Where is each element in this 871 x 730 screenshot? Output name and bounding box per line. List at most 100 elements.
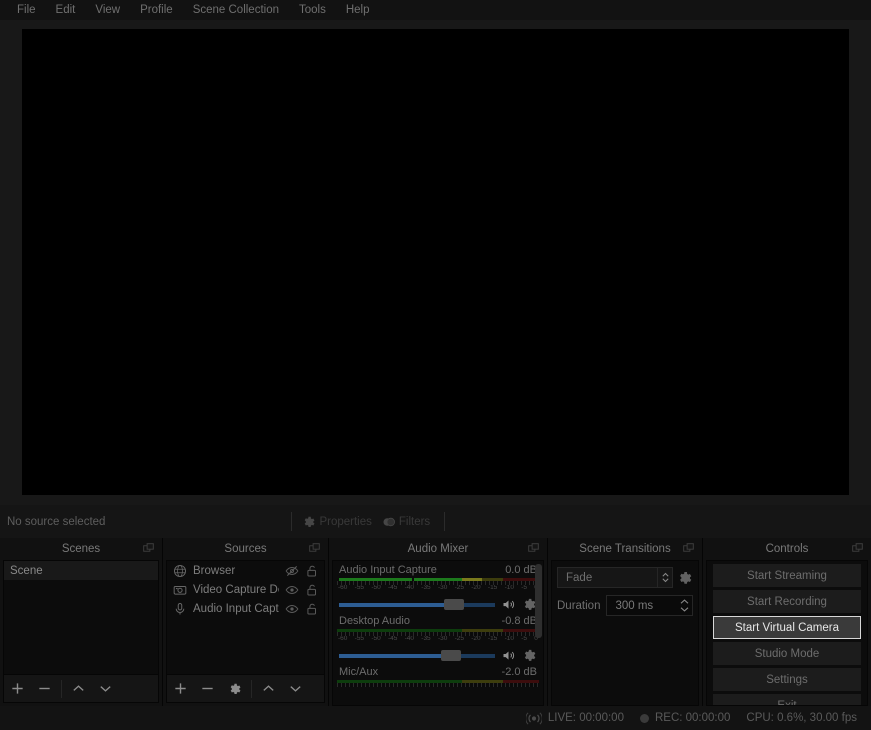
- dock-row: Scenes Scene Sources Browser Video Captu…: [0, 538, 871, 706]
- preview-canvas[interactable]: [22, 29, 849, 495]
- menu-tools[interactable]: Tools: [290, 2, 335, 18]
- meter-peak-marker: [411, 578, 414, 581]
- mixer-title: Audio Mixer: [407, 543, 469, 555]
- lock-open-icon[interactable]: [305, 602, 319, 616]
- duration-input[interactable]: 300 ms: [606, 595, 693, 616]
- meter-tick-label: -45: [387, 584, 398, 591]
- float-dock-icon[interactable]: [309, 543, 320, 554]
- duration-spinner[interactable]: [677, 596, 692, 615]
- volume-fill: [339, 602, 455, 607]
- duration-label: Duration: [557, 599, 601, 612]
- source-list-item[interactable]: Video Capture Dev: [167, 580, 324, 599]
- move-scene-down-button[interactable]: [92, 676, 119, 702]
- chevron-down-icon[interactable]: [679, 606, 690, 613]
- meter-tick-label: -50: [371, 584, 381, 591]
- sources-list[interactable]: Browser Video Capture Dev: [166, 560, 325, 675]
- lock-open-icon[interactable]: [305, 564, 319, 578]
- source-properties-button[interactable]: [221, 676, 248, 702]
- mixer-track-header: Desktop Audio -0.8 dB: [337, 615, 539, 627]
- menu-file[interactable]: File: [8, 2, 45, 18]
- status-bar: LIVE: 00:00:00 REC: 00:00:00 CPU: 0.6%, …: [0, 706, 871, 730]
- controls-title: Controls: [765, 543, 809, 555]
- meter-ticks: [337, 581, 539, 585]
- meter-scale: -60 -55 -50 -45 -40 -35 -30 -25 -20 -15 …: [337, 635, 539, 642]
- scene-list-item[interactable]: Scene: [4, 561, 158, 580]
- eye-visible-icon[interactable]: [285, 602, 299, 616]
- meter-tick-label: -45: [387, 635, 398, 642]
- sources-footer: [166, 675, 325, 703]
- gear-icon[interactable]: [677, 570, 693, 586]
- mixer-track: Desktop Audio -0.8 dB -60 -55 -50 -45 -4…: [337, 615, 539, 663]
- transition-select[interactable]: Fade: [557, 567, 673, 588]
- scenes-list[interactable]: Scene: [3, 560, 159, 675]
- mixer-track-controls: [337, 597, 539, 612]
- no-source-label: No source selected: [7, 515, 106, 528]
- meter-ticks: [337, 683, 539, 687]
- settings-button[interactable]: Settings: [713, 668, 861, 691]
- filters-button[interactable]: Filters: [382, 515, 430, 529]
- speaker-unmuted-icon[interactable]: [500, 597, 517, 612]
- menu-help[interactable]: Help: [337, 2, 379, 18]
- gear-icon: [305, 516, 315, 527]
- mixer-track-header: Mic/Aux -2.0 dB: [337, 666, 539, 678]
- volume-slider[interactable]: [339, 650, 495, 662]
- mixer-track: Audio Input Capture 0.0 dB -60 -55 -50 -…: [337, 564, 539, 612]
- volume-track: [339, 653, 495, 658]
- volume-track: [339, 602, 495, 607]
- exit-button[interactable]: Exit: [713, 694, 861, 705]
- dock-sources: Sources Browser Video Capture D Audio In…: [163, 538, 329, 706]
- volume-handle[interactable]: [441, 650, 462, 661]
- source-list-item[interactable]: Audio Input Captu: [167, 599, 324, 618]
- lock-open-icon[interactable]: [305, 583, 319, 597]
- mixer-title-bar: Audio Mixer: [329, 538, 547, 560]
- minus-icon: [202, 687, 213, 690]
- volume-handle[interactable]: [444, 599, 465, 610]
- eye-hidden-icon[interactable]: [285, 564, 299, 578]
- float-dock-icon[interactable]: [528, 543, 539, 554]
- gear-icon: [230, 683, 240, 694]
- float-dock-icon[interactable]: [143, 543, 154, 554]
- studio-mode-button[interactable]: Studio Mode: [713, 642, 861, 665]
- meter-tick-label: -30: [437, 584, 448, 591]
- toolbar-divider-left: [291, 512, 293, 531]
- add-source-button[interactable]: [167, 676, 194, 702]
- chevron-up-icon[interactable]: [679, 598, 690, 605]
- float-dock-icon[interactable]: [852, 543, 863, 554]
- mixer-scrollbar[interactable]: [535, 564, 542, 638]
- volume-meter: [337, 680, 539, 687]
- remove-source-button[interactable]: [194, 676, 221, 702]
- mixer-track-header: Audio Input Capture 0.0 dB: [337, 564, 539, 576]
- transition-row: Fade: [557, 567, 693, 588]
- float-dock-icon[interactable]: [683, 543, 694, 554]
- mixer-track-controls: [337, 648, 539, 663]
- chevron-down-icon: [100, 686, 111, 692]
- gear-icon[interactable]: [522, 648, 537, 663]
- start-virtual-camera-button[interactable]: Start Virtual Camera: [713, 616, 861, 639]
- microphone-icon: [175, 602, 185, 615]
- menu-view[interactable]: View: [86, 2, 129, 18]
- scenes-footer: [3, 675, 159, 703]
- move-source-down-button[interactable]: [282, 676, 309, 702]
- meter-tick-label: -15: [487, 635, 498, 642]
- controls-title-bar: Controls: [703, 538, 871, 560]
- start-streaming-button[interactable]: Start Streaming: [713, 564, 861, 587]
- cpu-label: CPU: 0.6%, 30.00 fps: [746, 712, 857, 724]
- menu-scene-collection[interactable]: Scene Collection: [184, 2, 288, 18]
- start-recording-button[interactable]: Start Recording: [713, 590, 861, 613]
- add-scene-button[interactable]: [4, 676, 31, 702]
- move-scene-up-button[interactable]: [65, 676, 92, 702]
- mixer-track-list: Audio Input Capture 0.0 dB -60 -55 -50 -…: [333, 561, 543, 705]
- combo-arrows[interactable]: [657, 568, 672, 587]
- plus-icon: [175, 683, 186, 694]
- menu-edit[interactable]: Edit: [47, 2, 85, 18]
- speaker-unmuted-icon[interactable]: [500, 648, 517, 663]
- move-source-up-button[interactable]: [255, 676, 282, 702]
- properties-button[interactable]: Properties: [302, 515, 372, 529]
- menu-profile[interactable]: Profile: [131, 2, 182, 18]
- preview-area: [0, 20, 871, 505]
- volume-slider[interactable]: [339, 599, 495, 611]
- eye-visible-icon[interactable]: [285, 583, 299, 597]
- remove-scene-button[interactable]: [31, 676, 58, 702]
- meter-tick-label: -35: [421, 584, 431, 591]
- source-list-item[interactable]: Browser: [167, 561, 324, 580]
